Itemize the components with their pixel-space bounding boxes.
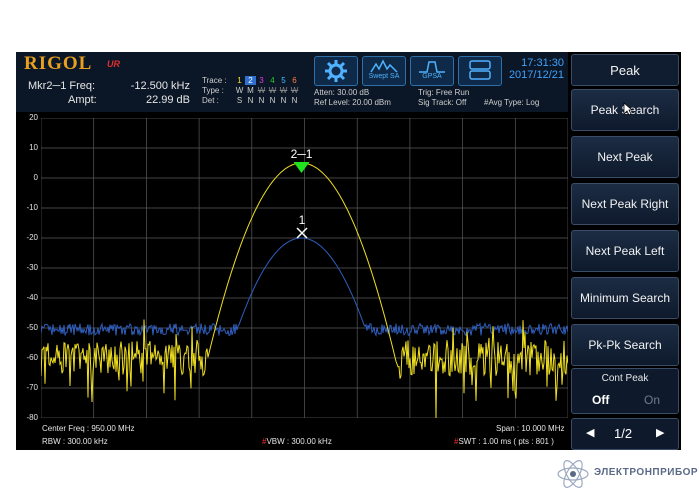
menu-title-peak: Peak [571, 54, 679, 86]
settings-button[interactable] [314, 56, 358, 86]
y-tick-label: -20 [26, 233, 38, 242]
swept-sa-button[interactable]: Swept SA [362, 56, 406, 86]
det-row: Det :SNNNNN [202, 96, 300, 106]
rbw: RBW : 300.00 kHz [42, 437, 108, 446]
mouse-cursor-icon [623, 102, 633, 116]
type-6: W [290, 86, 299, 95]
y-tick-label: -70 [26, 383, 38, 392]
gpsa-button[interactable]: GPSA [410, 56, 454, 86]
ref-level: Ref Level: 20.00 dBm [314, 98, 391, 107]
grid-icon [469, 60, 491, 80]
trace-4[interactable]: 4 [267, 76, 278, 85]
trace-1[interactable]: 1 [234, 76, 245, 85]
date: 2017/12/21 [508, 69, 564, 81]
y-tick-label: 10 [29, 143, 38, 152]
atten: Atten: 30.00 dB [314, 88, 370, 97]
type-row: Type :WMWWWW [202, 86, 300, 96]
vbw-value: VBW : 300.00 kHz [266, 437, 332, 446]
trace-label: Trace : [202, 76, 227, 85]
marker-1-label: 1 [299, 213, 306, 227]
det-4: N [269, 96, 276, 105]
det-2: N [247, 96, 254, 105]
y-tick-label: -30 [26, 263, 38, 272]
gpsa-icon [419, 61, 445, 73]
swt-value: SWT : 1.00 ms ( pts : 801 ) [458, 437, 554, 446]
trace-row: Trace : 123456 [202, 76, 300, 86]
center-freq: Center Freq : 950.00 MHz [42, 424, 135, 433]
span: Span : 10.000 MHz [496, 424, 565, 433]
det-1: S [236, 96, 243, 105]
cont-peak-toggle[interactable]: Cont Peak Off On [571, 368, 679, 414]
y-tick-label: 0 [33, 173, 38, 182]
vbw: #VBW : 300.00 kHz [262, 437, 332, 446]
type-2: M [247, 86, 254, 95]
type-5: W [279, 86, 288, 95]
det-6: N [291, 96, 298, 105]
clock: 17:31:30 2017/12/21 [509, 57, 564, 81]
time: 17:31:30 [521, 57, 564, 69]
det-3: N [258, 96, 265, 105]
page-indicator: 1/2 [614, 426, 633, 441]
marker-freq-label: Mkr2─1 Freq: [28, 80, 96, 92]
next-page-icon[interactable]: ▶ [656, 426, 664, 439]
det-label: Det : [202, 96, 219, 105]
prev-page-icon[interactable]: ◀ [586, 426, 594, 439]
y-tick-label: 20 [29, 113, 38, 122]
swept-sa-icon [370, 59, 398, 73]
gear-icon [325, 60, 347, 82]
trace-5[interactable]: 5 [278, 76, 289, 85]
trace-3[interactable]: 3 [256, 76, 267, 85]
cont-peak-on[interactable]: On [644, 393, 660, 407]
det-5: N [280, 96, 287, 105]
trace-6[interactable]: 6 [289, 76, 300, 85]
brand-watermark: ЭЛЕКТРОНПРИБОР [556, 456, 699, 492]
brand-name: ЭЛЕКТРОНПРИБОР [594, 467, 699, 478]
next-peak-left-button[interactable]: Next Peak Left [571, 230, 679, 272]
y-tick-label: -80 [26, 413, 38, 422]
marker-ampt-value: 22.99 dB [145, 94, 190, 106]
y-tick-label: -10 [26, 203, 38, 212]
pk-pk-search-button[interactable]: Pk-Pk Search [571, 324, 679, 366]
marker-2-label: 2─1 [291, 147, 313, 161]
cont-peak-label: Cont Peak [601, 373, 649, 384]
layout-button[interactable] [458, 56, 502, 86]
type-label: Type : [202, 86, 224, 95]
status-bar: RIGOL UR Mkr2─1 Freq: -12.500 kHz Ampt: … [16, 52, 568, 112]
minimum-search-button[interactable]: Minimum Search [571, 277, 679, 319]
rigol-logo: RIGOL [24, 53, 93, 74]
swt: #SWT : 1.00 ms ( pts : 801 ) [454, 437, 554, 446]
marker-freq-value: -12.500 kHz [130, 80, 190, 92]
spectrum-plot[interactable]: 2─1 1 [41, 118, 568, 418]
swept-sa-label: Swept SA [368, 73, 400, 80]
avg-type: #Avg Type: Log [484, 98, 540, 107]
type-3: W [257, 86, 266, 95]
analyzer-screen: RIGOL UR Mkr2─1 Freq: -12.500 kHz Ampt: … [16, 52, 681, 450]
trig: Trig: Free Run [418, 88, 470, 97]
y-tick-label: -50 [26, 323, 38, 332]
atom-logo-icon [557, 460, 589, 488]
next-peak-button[interactable]: Next Peak [571, 136, 679, 178]
logo-sub: UR [107, 59, 120, 69]
gpsa-label: GPSA [422, 73, 442, 80]
next-peak-right-button[interactable]: Next Peak Right [571, 183, 679, 225]
sig-track: Sig Track: Off [418, 98, 467, 107]
type-4: W [268, 86, 277, 95]
marker-ampt-label: Ampt: [68, 94, 97, 106]
marker-1-cross [296, 227, 308, 239]
trace-2[interactable]: 2 [245, 76, 256, 85]
y-tick-label: -40 [26, 293, 38, 302]
trace-table: Trace :123456 Type :WMWWWW Det :SNNNNN [202, 76, 300, 106]
cont-peak-off[interactable]: Off [592, 393, 609, 407]
menu-pager: ◀ 1/2 ▶ [571, 418, 679, 450]
type-1: W [235, 86, 244, 95]
marker-2-triangle [293, 162, 310, 173]
y-tick-label: -60 [26, 353, 38, 362]
